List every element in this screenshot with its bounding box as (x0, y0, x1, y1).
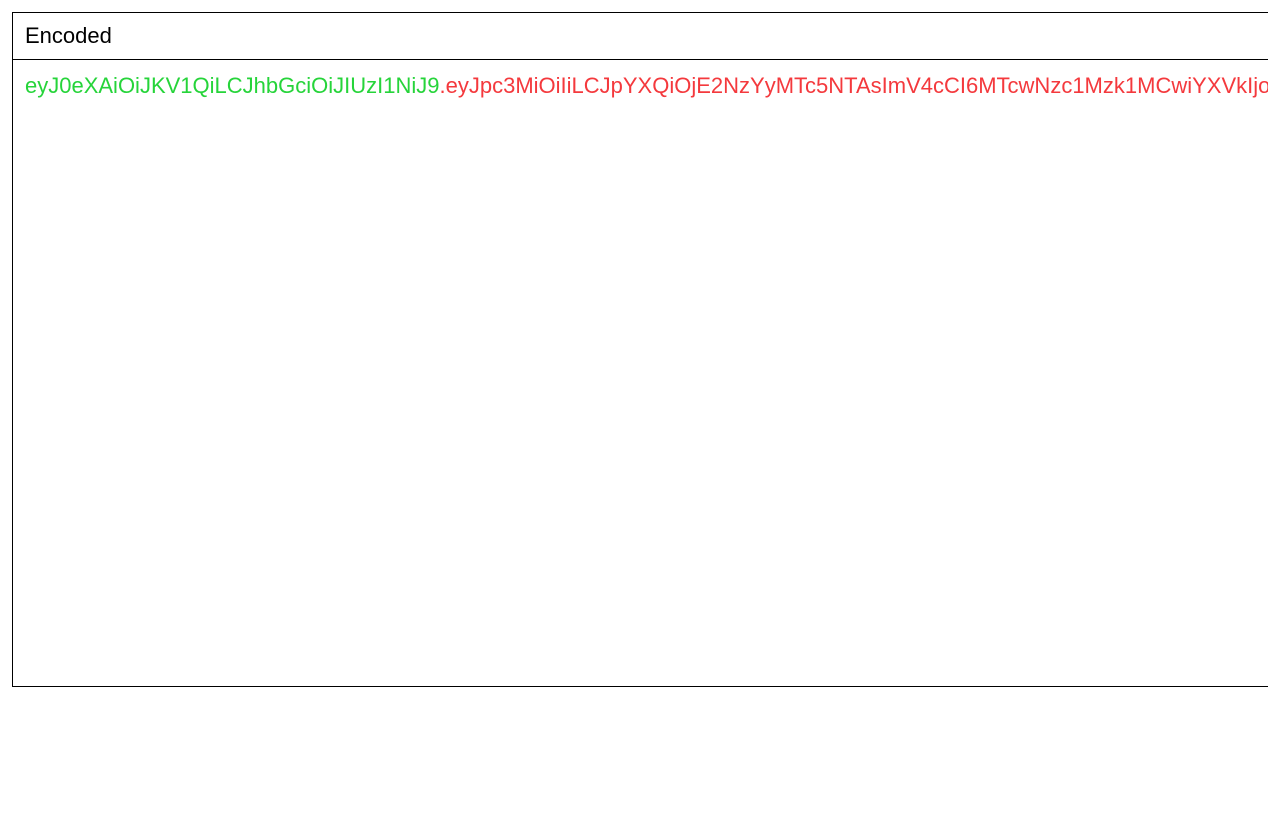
encoded-cell: eyJ0eXAiOiJKV1QiLCJhbGciOiJIUzI1NiJ9.eyJ… (13, 60, 1268, 687)
header-encoded: Encoded (13, 13, 1268, 60)
encoded-payload-segment: eyJpc3MiOiIiLCJpYXQiOjE2NzYyMTc5NTAsImV4… (446, 73, 1268, 98)
jwt-table: Encoded Decoded Parts eyJ0eXAiOiJKV1QiLC… (12, 12, 1268, 687)
encoded-header-segment: eyJ0eXAiOiJKV1QiLCJhbGciOiJIUzI1NiJ9 (25, 73, 439, 98)
encoded-text: eyJ0eXAiOiJKV1QiLCJhbGciOiJIUzI1NiJ9.eyJ… (25, 70, 1268, 102)
